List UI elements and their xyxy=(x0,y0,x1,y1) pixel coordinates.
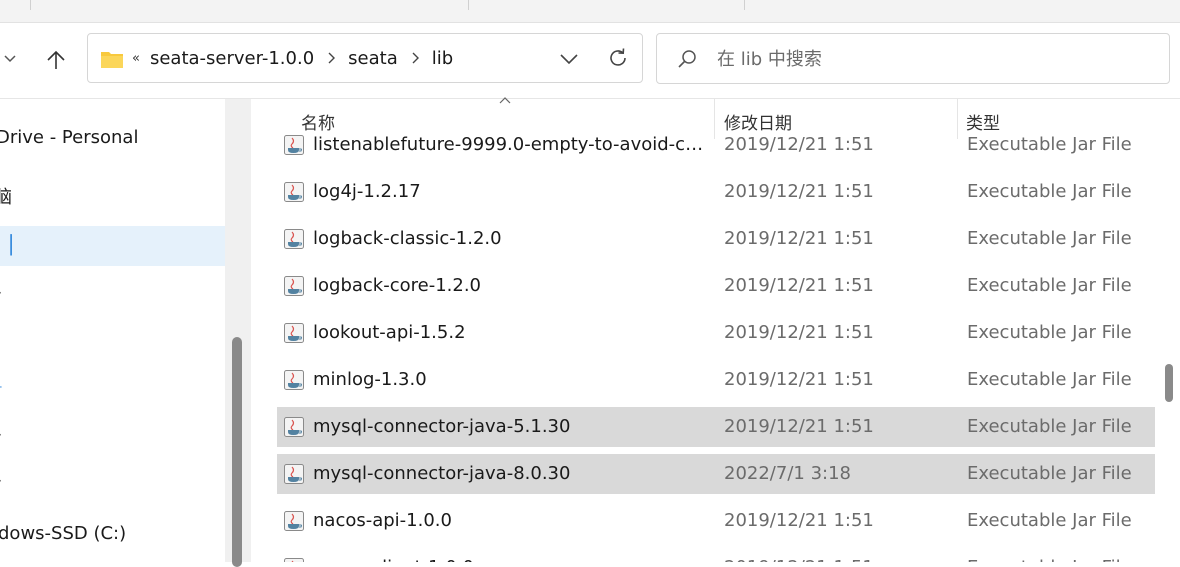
java-jar-icon xyxy=(284,511,304,531)
file-type: Executable Jar File xyxy=(967,322,1132,343)
breadcrumb-item[interactable]: lib xyxy=(432,48,453,69)
file-name: log4j-1.2.17 xyxy=(313,181,421,202)
file-name: logback-classic-1.2.0 xyxy=(313,228,502,249)
sidebar-item-drive-c[interactable]: dows-SSD (C:) xyxy=(0,514,225,554)
java-jar-icon xyxy=(284,464,304,484)
java-jar-icon xyxy=(284,417,304,437)
java-jar-icon xyxy=(284,135,304,155)
chevron-down-icon[interactable] xyxy=(2,50,18,66)
file-name: lookout-api-1.5.2 xyxy=(313,322,466,343)
file-type: Executable Jar File xyxy=(967,228,1132,249)
file-row[interactable]: mysql-connector-java-5.1.30 2019/12/21 1:… xyxy=(277,407,1155,447)
sidebar-item[interactable]: · xyxy=(0,461,225,501)
breadcrumb-overflow[interactable]: « xyxy=(132,51,140,66)
file-date: 2019/12/21 1:51 xyxy=(724,322,874,343)
up-arrow-icon xyxy=(47,50,65,69)
navigation-bar: « seata-server-1.0.0 seata lib xyxy=(0,23,1180,99)
file-date: 2019/12/21 1:51 xyxy=(724,369,874,390)
file-type: Executable Jar File xyxy=(967,134,1132,155)
file-name: mysql-connector-java-8.0.30 xyxy=(313,463,571,484)
file-row[interactable]: listenablefuture-9999.0-empty-to-avoid-c… xyxy=(277,130,1155,165)
file-row[interactable]: log4j-1.2.17 2019/12/21 1:51 Executable Ja… xyxy=(277,172,1155,212)
file-type: Executable Jar File xyxy=(967,369,1132,390)
breadcrumb: « seata-server-1.0.0 seata lib xyxy=(132,34,453,82)
file-type: Executable Jar File xyxy=(967,275,1132,296)
java-jar-icon xyxy=(284,558,304,562)
file-date: 2019/12/21 1:51 xyxy=(724,416,874,437)
sidebar-item-icon: · xyxy=(0,273,2,313)
sidebar-item[interactable]: · xyxy=(0,273,225,313)
file-date: 2019/12/21 1:51 xyxy=(724,557,874,562)
file-type: Executable Jar File xyxy=(967,416,1132,437)
java-jar-icon xyxy=(284,370,304,390)
sidebar-item-onedrive[interactable]: Drive - Personal xyxy=(0,118,225,158)
file-row[interactable]: minlog-1.3.0 2019/12/21 1:51 Executable Ja… xyxy=(277,360,1155,400)
file-name: listenablefuture-9999.0-empty-to-avoid-c… xyxy=(313,134,708,155)
file-name: minlog-1.3.0 xyxy=(313,369,427,390)
file-row[interactable]: logback-core-1.2.0 2019/12/21 1:51 Executa… xyxy=(277,266,1155,306)
refresh-icon[interactable] xyxy=(606,46,630,70)
breadcrumb-item[interactable]: seata-server-1.0.0 xyxy=(150,48,314,69)
file-name: logback-core-1.2.0 xyxy=(313,275,481,296)
tab-separator xyxy=(30,0,31,10)
sidebar-item[interactable]: ▏ xyxy=(0,320,225,360)
java-jar-icon xyxy=(284,276,304,296)
file-name: nacos-api-1.0.0 xyxy=(313,510,452,531)
tab-separator xyxy=(468,0,469,10)
file-type: Executable Jar File xyxy=(967,181,1132,202)
scrollbar-thumb[interactable] xyxy=(232,337,242,567)
navigation-pane: Drive - Personal 脑 ▕ · ▏ ╴ · · dows-SSD … xyxy=(0,99,225,562)
java-jar-icon xyxy=(284,182,304,202)
java-jar-icon xyxy=(284,229,304,249)
folder-icon xyxy=(101,52,123,68)
file-type: Executable Jar File xyxy=(967,557,1132,562)
sidebar-item-label: 脑 xyxy=(0,187,12,208)
tab-separator xyxy=(744,0,745,10)
title-strip xyxy=(0,0,1180,23)
chevron-right-icon[interactable] xyxy=(410,51,420,65)
sidebar-item[interactable]: ╴ xyxy=(0,367,225,407)
sidebar-item-icon: ▕ xyxy=(0,235,12,256)
file-type: Executable Jar File xyxy=(967,510,1132,531)
file-row[interactable]: nacos-api-1.0.0 2019/12/21 1:51 Executable… xyxy=(277,501,1155,541)
sidebar-item-label: dows-SSD (C:) xyxy=(0,523,127,544)
file-date: 2019/12/21 1:51 xyxy=(724,134,874,155)
file-date: 2019/12/21 1:51 xyxy=(724,510,874,531)
search-box[interactable] xyxy=(656,33,1170,84)
address-bar[interactable]: « seata-server-1.0.0 seata lib xyxy=(87,33,643,83)
sidebar-item-icon: · xyxy=(0,415,2,455)
chevron-down-icon[interactable] xyxy=(558,50,580,68)
sidebar-item-icon: ▏ xyxy=(0,329,12,350)
sidebar-item-this-pc[interactable]: 脑 xyxy=(0,178,225,218)
sidebar-item-label: Drive - Personal xyxy=(0,127,139,148)
sidebar-item-icon: · xyxy=(0,461,2,501)
file-type: Executable Jar File xyxy=(967,463,1132,484)
file-date: 2019/12/21 1:51 xyxy=(724,181,874,202)
scrollbar-thumb[interactable] xyxy=(1165,364,1173,402)
sidebar-item-selected[interactable]: ▕ xyxy=(0,226,225,266)
sidebar-item[interactable]: · xyxy=(0,415,225,455)
file-date: 2019/12/21 1:51 xyxy=(724,228,874,249)
file-date: 2022/7/1 3:18 xyxy=(724,463,851,484)
file-list: listenablefuture-9999.0-empty-to-avoid-c… xyxy=(251,130,1161,562)
file-row[interactable]: nacos-client-1.0.0 2019/12/21 1:51 Executa… xyxy=(277,548,1155,562)
file-list-scrollbar[interactable] xyxy=(1161,139,1180,562)
file-row[interactable]: mysql-connector-java-8.0.30 2022/7/1 3:18… xyxy=(277,454,1155,494)
file-name: nacos-client-1.0.0 xyxy=(313,557,708,562)
sort-ascending-icon xyxy=(499,97,511,104)
file-row[interactable]: logback-classic-1.2.0 2019/12/21 1:51 Exec… xyxy=(277,219,1155,259)
breadcrumb-item[interactable]: seata xyxy=(348,48,398,69)
file-row[interactable]: lookout-api-1.5.2 2019/12/21 1:51 Executab… xyxy=(277,313,1155,353)
file-name: mysql-connector-java-5.1.30 xyxy=(313,416,571,437)
search-icon xyxy=(678,50,696,68)
sidebar-scrollbar[interactable] xyxy=(225,99,251,567)
sidebar-item-icon: ╴ xyxy=(0,380,6,394)
chevron-right-icon[interactable] xyxy=(326,51,336,65)
up-button[interactable] xyxy=(40,45,72,75)
file-date: 2019/12/21 1:51 xyxy=(724,275,874,296)
search-input[interactable] xyxy=(715,44,1139,74)
java-jar-icon xyxy=(284,323,304,343)
